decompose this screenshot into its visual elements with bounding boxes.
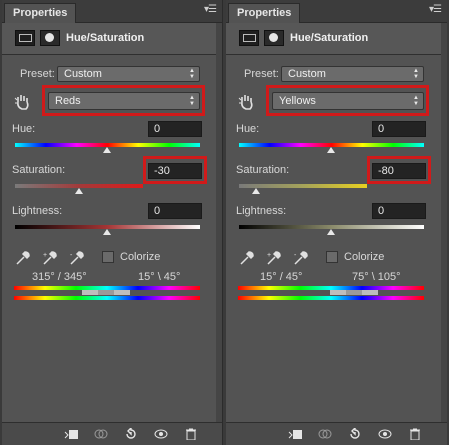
targeted-adjustment-hand-icon[interactable] [238,93,256,111]
result-color-bar [14,296,200,300]
eyedropper-minus-icon[interactable]: - [293,250,309,266]
lightness-label: Lightness: [236,205,287,217]
visibility-eye-icon[interactable] [378,428,392,440]
tab-bar: Properties ▾☰ [2,0,222,23]
svg-text:-: - [294,252,297,259]
layer-mask-icon[interactable] [40,30,60,46]
hue-slider-thumb[interactable] [327,147,335,153]
scrollbar[interactable] [216,23,222,423]
colorize-label: Colorize [120,251,161,263]
eyedropper-icon[interactable] [239,250,255,266]
view-previous-state-icon[interactable] [94,428,108,440]
panel-footer [2,422,222,445]
svg-text:+: + [267,252,271,259]
result-color-bar [238,296,424,300]
lightness-field[interactable]: 0 [372,203,426,219]
svg-text:+: + [43,252,47,259]
panel-title: Hue/Saturation [66,32,145,44]
colorize-checkbox[interactable] [326,251,338,263]
saturation-slider-thumb[interactable] [252,188,260,194]
range-left-values: 15° / 45° [260,271,303,283]
properties-panel-left: Properties ▾☰ Hue/Saturation Preset: Cus… [2,0,223,445]
tab-bar: Properties ▾☰ [226,0,447,23]
saturation-highlight [367,156,431,184]
lightness-field[interactable]: 0 [148,203,202,219]
dropdown-arrows-icon: ▲ ▼ [189,68,195,80]
properties-panel-right: Properties ▾☰ Hue/Saturation Preset: Cus… [226,0,447,445]
range-right-values: 75° \ 105° [352,271,401,283]
delete-trash-icon[interactable] [184,428,198,440]
saturation-highlight [143,156,207,184]
clip-to-layer-icon[interactable] [64,428,78,440]
scrollbar[interactable] [441,23,447,423]
range-right-values: 15° \ 45° [138,271,181,283]
svg-text:-: - [70,252,73,259]
reset-icon[interactable] [348,428,362,440]
dropdown-arrows-icon: ▲ ▼ [413,68,419,80]
tab-properties[interactable]: Properties [4,3,77,23]
lightness-label: Lightness: [12,205,63,217]
hue-slider-thumb[interactable] [103,147,111,153]
saturation-label: Saturation: [236,164,290,176]
eyedropper-minus-icon[interactable]: - [69,250,85,266]
reset-icon[interactable] [124,428,138,440]
clip-to-layer-icon[interactable] [288,428,302,440]
panel-footer [226,422,447,445]
channel-highlight [266,85,429,116]
range-selector-core[interactable] [346,290,362,295]
preset-dropdown[interactable]: Custom ▲ ▼ [281,66,424,82]
view-previous-state-icon[interactable] [318,428,332,440]
preset-dropdown[interactable]: Custom ▲ ▼ [57,66,200,82]
panel-menu-icon[interactable]: ▾☰ [429,4,442,15]
hue-field[interactable]: 0 [148,121,202,137]
channel-highlight [42,85,205,116]
adjustment-layer-icon[interactable] [239,30,259,46]
delete-trash-icon[interactable] [408,428,422,440]
eyedropper-plus-icon[interactable]: + [266,250,282,266]
saturation-label: Saturation: [12,164,66,176]
adjustment-header: Hue/Saturation [226,23,447,55]
adjustment-layer-icon[interactable] [15,30,35,46]
colorize-label: Colorize [344,251,385,263]
hue-field[interactable]: 0 [372,121,426,137]
eyedropper-plus-icon[interactable]: + [42,250,58,266]
range-left-values: 315° / 345° [32,271,87,283]
tab-properties[interactable]: Properties [228,3,301,23]
preset-value: Custom [288,68,326,80]
lightness-slider-thumb[interactable] [327,229,335,235]
panel-title: Hue/Saturation [290,32,369,44]
visibility-eye-icon[interactable] [154,428,168,440]
preset-label: Preset: [244,68,279,80]
panel-menu-icon[interactable]: ▾☰ [204,4,217,15]
hue-label: Hue: [12,123,36,135]
preset-label: Preset: [20,68,55,80]
lightness-slider-thumb[interactable] [103,229,111,235]
layer-mask-icon[interactable] [264,30,284,46]
preset-value: Custom [64,68,102,80]
eyedropper-icon[interactable] [15,250,31,266]
range-selector-core[interactable] [98,290,114,295]
saturation-slider-thumb[interactable] [75,188,83,194]
adjustment-header: Hue/Saturation [2,23,222,55]
hue-label: Hue: [236,123,260,135]
colorize-checkbox[interactable] [102,251,114,263]
targeted-adjustment-hand-icon[interactable] [14,93,32,111]
